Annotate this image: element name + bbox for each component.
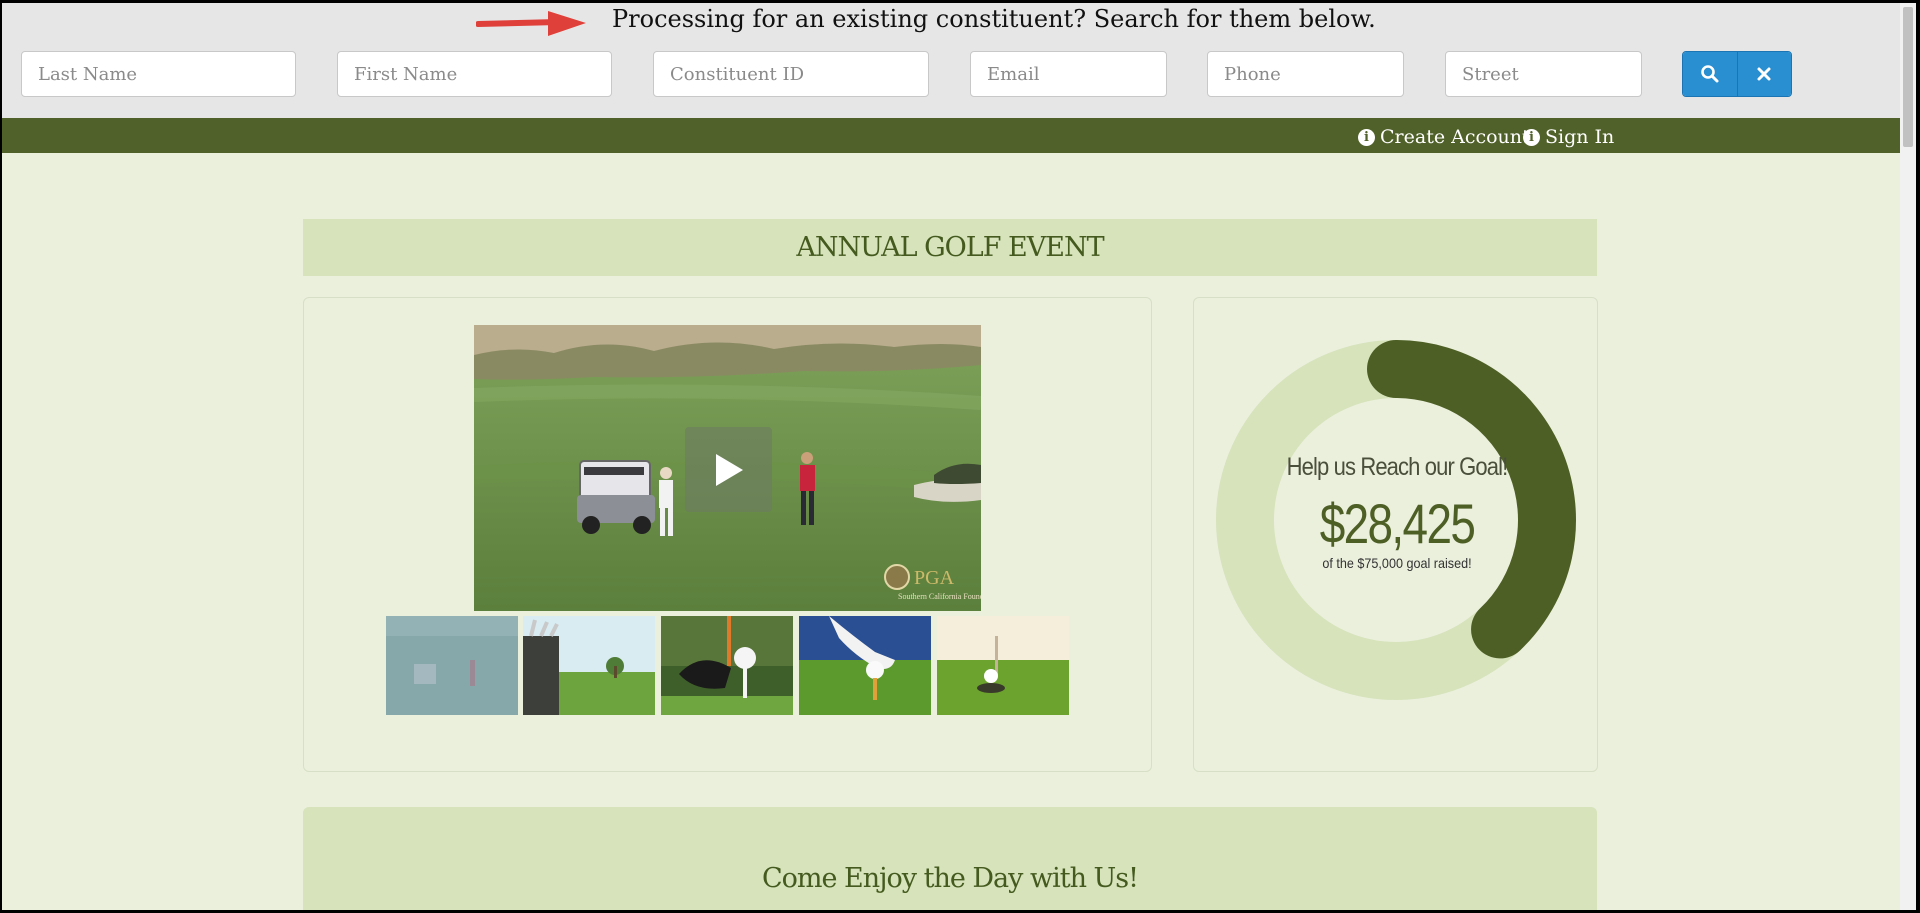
last-name-input[interactable] [21, 51, 296, 97]
thumbnail-image [799, 616, 931, 715]
create-account-label: Create Account [1380, 126, 1530, 148]
clear-search-button[interactable] [1736, 52, 1791, 96]
goal-subtext: of the $75,000 goal raised! [1322, 555, 1472, 571]
search-button[interactable] [1683, 52, 1737, 96]
video-logo-text: PGA [914, 567, 955, 589]
video-logo-subtext: Southern California Foundation [898, 592, 981, 601]
thumbnail-golf-bag-clubs[interactable] [523, 616, 655, 715]
browser-page: Processing for an existing constituent? … [2, 3, 1916, 910]
account-nav-bar: i Create Account i Sign In [2, 118, 1900, 153]
red-arrow-annotation [476, 11, 586, 36]
thumbnail-image [523, 616, 655, 715]
email-input[interactable] [970, 51, 1167, 97]
event-title-band: ANNUAL GOLF EVENT [303, 219, 1597, 276]
thumbnail-driver-ball-tee[interactable] [661, 616, 793, 715]
enjoy-day-section: Come Enjoy the Day with Us! [303, 807, 1597, 910]
event-title: ANNUAL GOLF EVENT [796, 232, 1104, 263]
sign-in-link[interactable]: i Sign In [1523, 126, 1614, 148]
search-button-group [1682, 51, 1792, 97]
search-heading: Processing for an existing constituent? … [612, 5, 1376, 33]
scrollbar-thumb[interactable] [1903, 7, 1913, 147]
street-input[interactable] [1445, 51, 1642, 97]
thumbnail-golf-course-cart[interactable] [386, 616, 518, 715]
raised-amount: $28,425 [1319, 492, 1476, 555]
phone-input[interactable] [1207, 51, 1404, 97]
search-icon [1700, 65, 1719, 83]
play-icon [715, 453, 743, 486]
info-circle-icon: i [1523, 128, 1540, 146]
create-account-link[interactable]: i Create Account [1358, 126, 1530, 148]
first-name-input[interactable] [337, 51, 612, 97]
thumbnail-ball-near-hole[interactable] [937, 616, 1069, 715]
goal-heading: Help us Reach our Goal! [1286, 453, 1509, 481]
thumbnail-gloved-hand-ball[interactable] [799, 616, 931, 715]
constituent-search-panel: Processing for an existing constituent? … [2, 3, 1900, 118]
thumbnail-image [661, 616, 793, 715]
thumbnail-image [386, 616, 518, 715]
section-title: Come Enjoy the Day with Us! [761, 863, 1139, 894]
constituent-id-input[interactable] [653, 51, 929, 97]
thumbnail-image [937, 616, 1069, 715]
sign-in-label: Sign In [1545, 126, 1615, 148]
close-icon [1757, 67, 1771, 81]
info-circle-icon: i [1358, 128, 1375, 146]
page-scrollbar[interactable] [1900, 3, 1916, 910]
video-play-button[interactable] [685, 427, 772, 512]
